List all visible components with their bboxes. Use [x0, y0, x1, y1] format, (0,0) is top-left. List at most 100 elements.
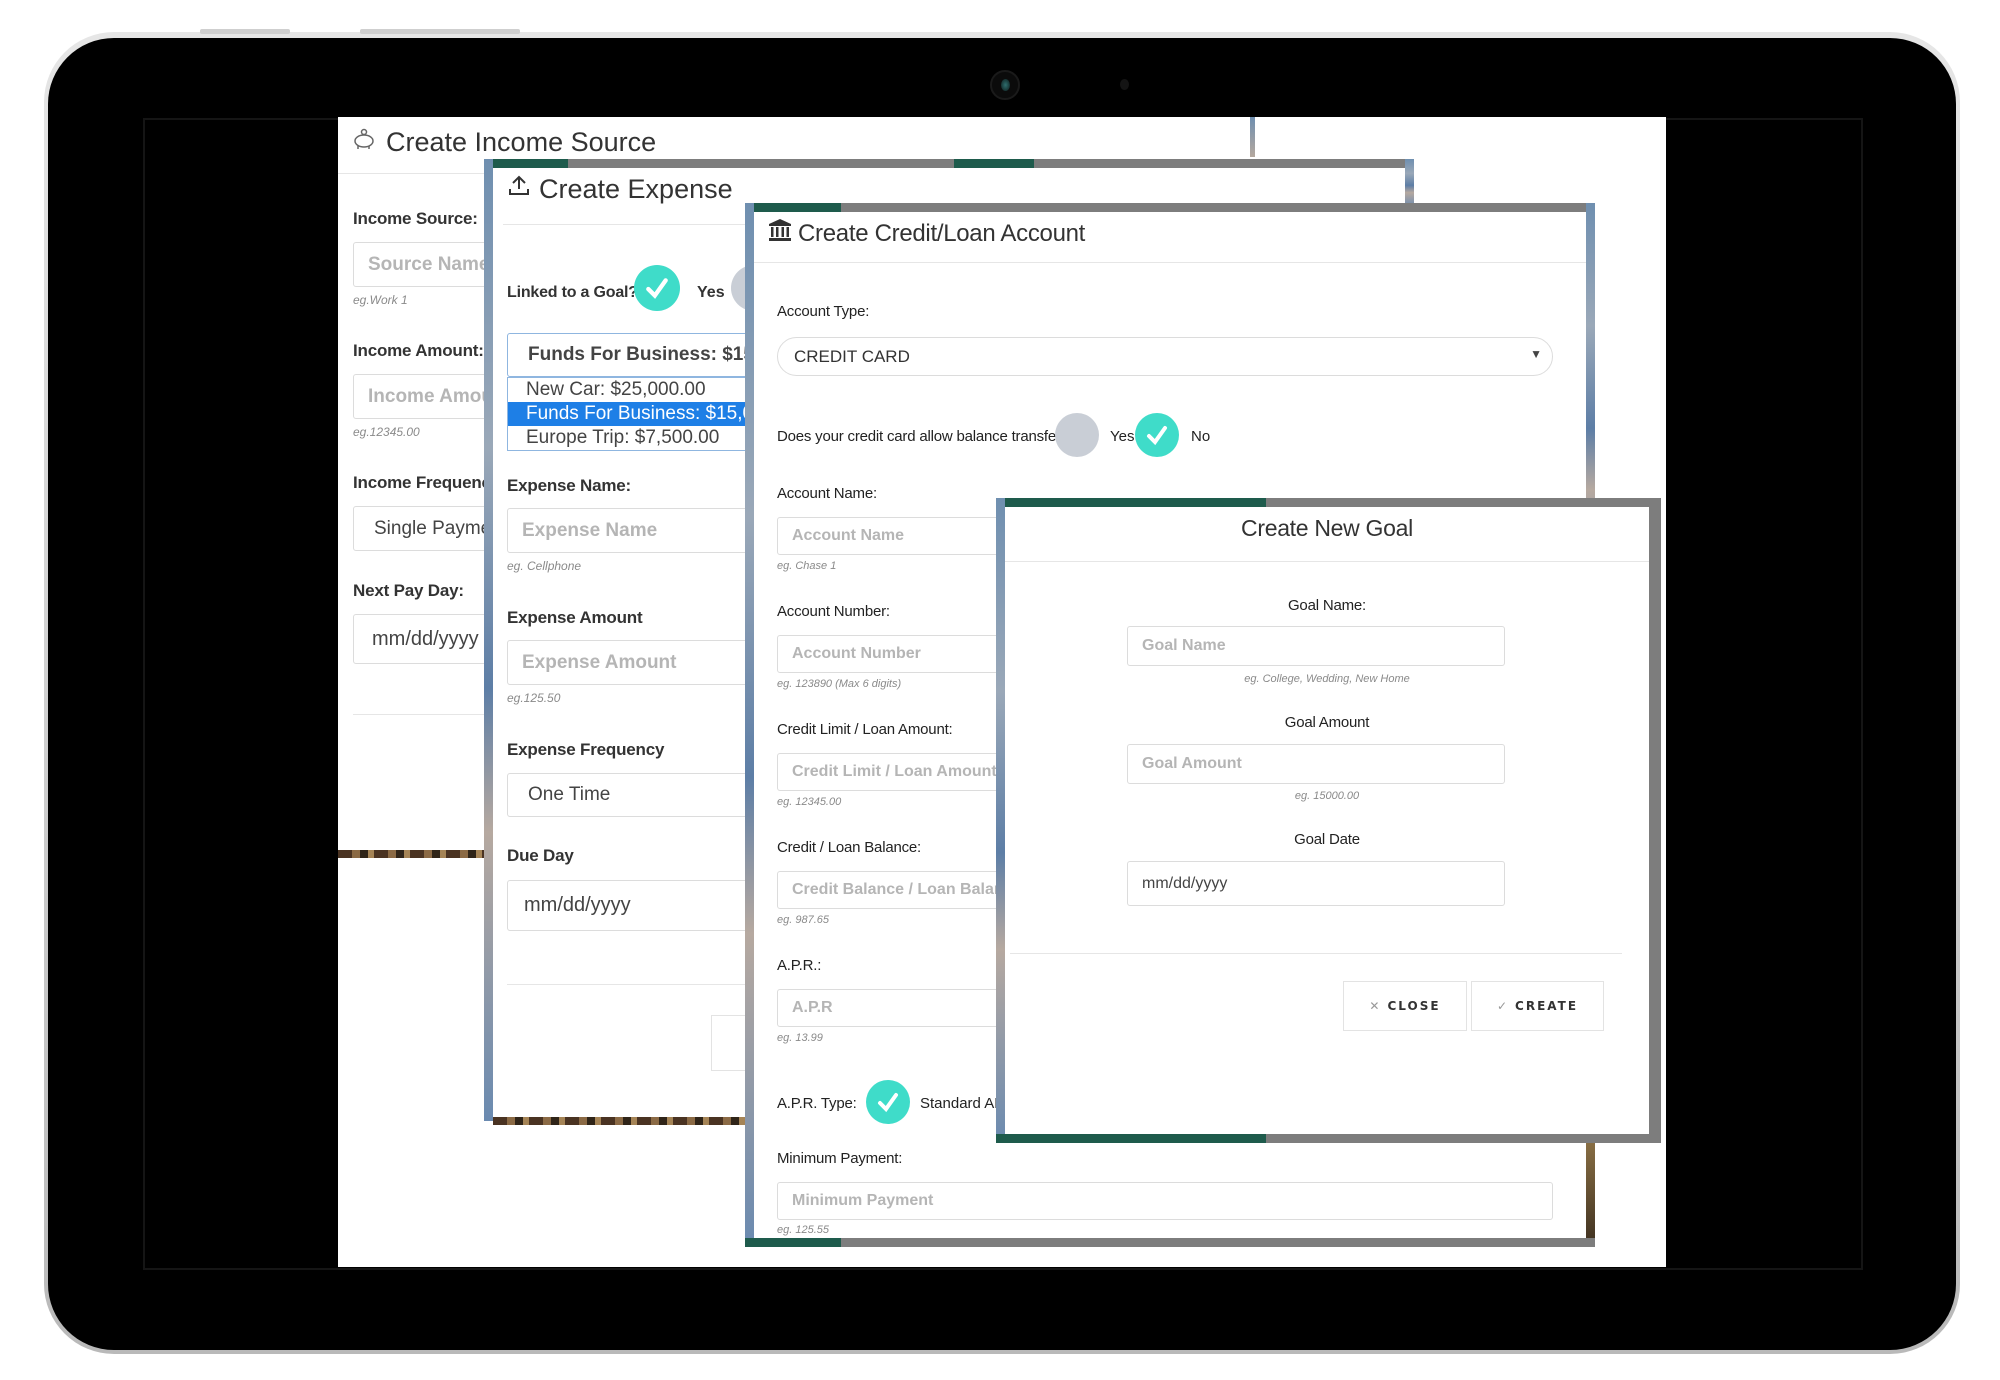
upload-icon	[507, 174, 531, 205]
credit-limit-label: Credit Limit / Loan Amount:	[777, 721, 953, 738]
goal-name-label: Goal Name:	[1287, 597, 1367, 614]
goal-modal-frame-top	[996, 498, 1659, 507]
goal-date-value: mm/dd/yyyy	[1142, 874, 1228, 892]
goal-amount-input[interactable]: Goal Amount	[1127, 744, 1505, 784]
income-source-label: Income Source:	[353, 209, 478, 228]
credit-limit-placeholder: Credit Limit / Loan Amount	[792, 763, 997, 780]
income-source-placeholder: Source Name	[368, 253, 490, 275]
tablet-volume-button	[200, 29, 290, 34]
account-name-hint: eg. Chase 1	[777, 560, 837, 572]
goal-modal-divider	[1005, 561, 1649, 562]
income-modal-header: Create Income Source	[352, 127, 656, 158]
account-type-value: CREDIT CARD	[794, 346, 910, 366]
goal-name-input[interactable]: Goal Name	[1127, 626, 1505, 666]
min-payment-placeholder: Minimum Payment	[792, 1192, 934, 1209]
create-button[interactable]: ✓ CREATE	[1471, 981, 1604, 1031]
credit-modal-frame-left	[745, 203, 754, 1247]
expense-name-placeholder: Expense Name	[522, 519, 658, 541]
credit-modal-header: Create Credit/Loan Account	[768, 218, 1085, 249]
goal-amount-hint: eg. 15000.00	[1294, 790, 1360, 802]
sensor-icon	[1120, 79, 1129, 90]
account-name-label: Account Name:	[777, 485, 877, 502]
expense-frequency-value: One Time	[528, 784, 611, 805]
close-icon: ✕	[1369, 999, 1380, 1013]
expense-modal-frame-left	[484, 159, 493, 1121]
expense-modal-frame-top	[484, 159, 1414, 168]
linked-goal-yes-label: Yes	[697, 284, 725, 301]
due-day-value: mm/dd/yyyy	[524, 894, 631, 916]
tablet-power-button	[360, 29, 520, 34]
account-type-select[interactable]: CREDIT CARD ▼	[777, 337, 1553, 376]
camera-icon	[990, 70, 1020, 100]
income-modal-edge	[1250, 117, 1255, 157]
account-number-label: Account Number:	[777, 603, 890, 620]
goal-name-placeholder: Goal Name	[1142, 637, 1226, 654]
income-frequency-label: Income Frequency:	[353, 473, 506, 492]
min-payment-hint: eg. 125.55	[777, 1224, 829, 1236]
min-payment-label: Minimum Payment:	[777, 1150, 903, 1167]
account-name-placeholder: Account Name	[792, 527, 905, 544]
expense-modal-frame-bottom	[493, 1117, 753, 1125]
close-button-label: CLOSE	[1387, 999, 1441, 1013]
loan-balance-placeholder: Credit Balance / Loan Balance	[792, 881, 1022, 898]
linked-goal-yes-radio[interactable]	[634, 265, 680, 311]
balance-transfer-no-radio[interactable]	[1135, 413, 1179, 457]
balance-transfer-no-label: No	[1191, 428, 1211, 445]
goal-name-hint: eg. College, Wedding, New Home	[1244, 673, 1410, 685]
expense-modal-frame-right	[1405, 159, 1414, 207]
goal-date-input[interactable]: mm/dd/yyyy	[1127, 861, 1505, 906]
next-pay-day-label: Next Pay Day:	[353, 581, 464, 600]
goal-amount-label: Goal Amount	[1284, 714, 1370, 731]
background-photo-strip	[338, 850, 486, 858]
apr-standard-radio[interactable]	[866, 1080, 910, 1124]
goal-modal-frame-left	[996, 498, 1005, 1143]
credit-modal-frame-bottom	[745, 1238, 1595, 1247]
check-icon	[646, 278, 668, 299]
balance-transfer-label: Does your credit card allow balance tran…	[777, 428, 1069, 445]
balance-transfer-yes-label: Yes	[1110, 428, 1135, 445]
expense-amount-hint: eg.125.50	[507, 691, 561, 705]
account-type-label: Account Type:	[777, 303, 870, 320]
loan-balance-label: Credit / Loan Balance:	[777, 839, 922, 856]
income-amount-label: Income Amount:	[353, 341, 484, 360]
credit-modal-divider	[754, 262, 1586, 263]
goal-date-label: Goal Date	[1294, 831, 1360, 848]
account-number-placeholder: Account Number	[792, 645, 921, 662]
goal-footer-divider	[1010, 953, 1622, 954]
credit-limit-hint: eg. 12345.00	[777, 796, 842, 808]
apr-label: A.P.R.:	[777, 957, 822, 974]
next-pay-day-value: mm/dd/yyyy	[372, 627, 479, 650]
expense-name-label: Expense Name:	[507, 476, 632, 495]
apr-placeholder: A.P.R	[792, 999, 833, 1016]
close-button[interactable]: ✕ CLOSE	[1343, 981, 1467, 1031]
min-payment-input[interactable]: Minimum Payment	[777, 1182, 1553, 1220]
goal-modal-frame-right	[1649, 498, 1661, 1143]
apr-type-label: A.P.R. Type:	[777, 1095, 857, 1112]
income-amount-hint: eg.12345.00	[353, 425, 420, 439]
apr-hint: eg. 13.99	[777, 1032, 823, 1044]
create-button-label: CREATE	[1515, 999, 1579, 1013]
expense-amount-label: Expense Amount	[507, 608, 643, 627]
linked-goal-label: Linked to a Goal?	[507, 284, 638, 301]
dropdown-arrow-icon: ▼	[1530, 347, 1542, 361]
goal-modal-title: Create New Goal	[1241, 515, 1413, 541]
piggy-bank-icon	[352, 127, 376, 158]
check-icon: ✓	[1496, 999, 1508, 1013]
income-modal-title: Create Income Source	[386, 127, 657, 157]
expense-modal-title: Create Expense	[539, 174, 733, 204]
check-icon	[1147, 426, 1167, 446]
goal-amount-placeholder: Goal Amount	[1142, 755, 1242, 772]
app-screen: Create Income Source Income Source: Sour…	[338, 117, 1666, 1267]
balance-transfer-yes-radio[interactable]	[1055, 413, 1099, 457]
expense-name-hint: eg. Cellphone	[507, 559, 582, 573]
expense-amount-placeholder: Expense Amount	[522, 651, 677, 673]
income-source-hint: eg.Work 1	[353, 293, 408, 307]
create-goal-modal: Create New Goal Goal Name: Goal Name eg.…	[1005, 507, 1649, 1134]
credit-modal-title: Create Credit/Loan Account	[798, 219, 1086, 247]
expense-modal-header: Create Expense	[507, 174, 733, 205]
due-day-label: Due Day	[507, 846, 574, 865]
expense-frequency-label: Expense Frequency	[507, 740, 665, 759]
loan-balance-hint: eg. 987.65	[777, 914, 829, 926]
goal-modal-frame-bottom	[996, 1134, 1659, 1143]
credit-modal-frame-top	[745, 203, 1595, 212]
